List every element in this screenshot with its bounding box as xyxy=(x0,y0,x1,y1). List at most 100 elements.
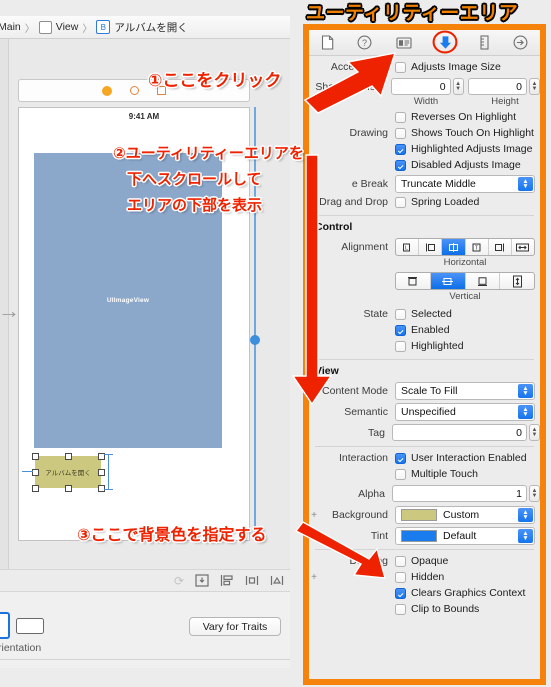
orientation-landscape-option[interactable] xyxy=(16,618,44,634)
align-left-segment[interactable]: L xyxy=(396,239,420,255)
breadcrumb-item-view[interactable]: View xyxy=(56,21,79,33)
selection-handle[interactable] xyxy=(97,468,105,476)
multiple-touch-row[interactable]: Multiple Touch xyxy=(395,468,478,480)
state-selected-checkbox[interactable] xyxy=(395,308,406,320)
vertical-alignment-segmented[interactable] xyxy=(395,272,535,290)
hidden-row[interactable]: + Hidden xyxy=(309,571,540,583)
attributes-inspector-body[interactable]: Accessibility Adjusts Image Size Shadow … xyxy=(309,56,540,679)
image-view-placeholder[interactable]: UIImageView xyxy=(34,153,222,448)
adjusts-image-size-row[interactable]: Accessibility Adjusts Image Size xyxy=(309,61,540,73)
chevron-updown-icon[interactable]: ▲ ▼ xyxy=(518,529,533,543)
alignment-row[interactable]: Alignment L T xyxy=(309,238,540,256)
shadow-offset-height-field[interactable]: 0 xyxy=(467,78,527,95)
align-icon[interactable] xyxy=(220,574,234,587)
tag-row[interactable]: Tag 0 ▲ ▼ xyxy=(309,424,540,441)
user-interaction-enabled-checkbox[interactable] xyxy=(395,452,406,464)
clip-to-bounds-row[interactable]: Clip to Bounds xyxy=(395,603,479,615)
inspector-tab-bar[interactable]: ? xyxy=(309,30,540,56)
opaque-checkbox[interactable] xyxy=(395,555,406,567)
add-hidden-variation-icon[interactable]: + xyxy=(309,572,319,583)
content-mode-row[interactable]: Content Mode Scale To Fill ▲ ▼ xyxy=(309,382,540,400)
vary-for-traits-button[interactable]: Vary for Traits xyxy=(189,617,281,636)
state-enabled-row[interactable]: Enabled xyxy=(395,324,450,336)
shadow-offset-width-field[interactable]: 0 xyxy=(391,78,451,95)
file-inspector-tab[interactable] xyxy=(321,35,334,50)
spring-loaded-checkbox[interactable] xyxy=(395,196,406,208)
quick-help-inspector-tab[interactable]: ? xyxy=(357,35,372,50)
interaction-row[interactable]: Interaction User Interaction Enabled xyxy=(309,452,540,464)
align-text-segment[interactable]: T xyxy=(466,239,489,255)
align-right-edge-segment[interactable] xyxy=(489,239,512,255)
chevron-updown-icon[interactable]: ▲ ▼ xyxy=(518,405,533,419)
storyboard-canvas[interactable]: → 9:41 AM UIImageView アルバムを開く xyxy=(0,39,290,569)
multiple-touch-checkbox[interactable] xyxy=(395,468,406,480)
align-fill-vertical-segment[interactable] xyxy=(500,273,534,289)
update-frames-icon[interactable]: ⟳ xyxy=(174,574,184,588)
disabled-adjusts-image-checkbox[interactable] xyxy=(395,159,406,171)
selection-handle[interactable] xyxy=(31,468,39,476)
chevron-updown-icon[interactable]: ▲ ▼ xyxy=(518,177,533,191)
semantic-popup[interactable]: Unspecified ▲ ▼ xyxy=(395,403,535,421)
background-row[interactable]: + Background Custom ▲ ▼ xyxy=(309,506,540,524)
adjusts-image-size-checkbox[interactable] xyxy=(395,61,406,73)
breadcrumb-item-main[interactable]: Main xyxy=(0,21,21,33)
background-color-swatch[interactable] xyxy=(401,509,437,521)
selection-handle[interactable] xyxy=(64,484,72,492)
utility-area[interactable]: ? Accessibility Adjusts Image Size Shado… xyxy=(303,24,546,685)
exit-icon[interactable] xyxy=(157,86,166,95)
align-top-segment[interactable] xyxy=(396,273,431,289)
add-background-variation-icon[interactable]: + xyxy=(309,510,319,521)
state-highlighted-row[interactable]: Highlighted xyxy=(395,340,464,352)
semantic-row[interactable]: Semantic Unspecified ▲ ▼ xyxy=(309,403,540,421)
state-row[interactable]: State Selected xyxy=(309,308,540,320)
selection-handle[interactable] xyxy=(31,452,39,460)
clip-to-bounds-checkbox[interactable] xyxy=(395,603,406,615)
state-highlighted-checkbox[interactable] xyxy=(395,340,406,352)
scene-dock[interactable] xyxy=(18,79,250,102)
selection-handle[interactable] xyxy=(64,452,72,460)
disabled-adjusts-image-row[interactable]: Disabled Adjusts Image xyxy=(395,159,521,171)
tint-color-popup[interactable]: Default ▲ ▼ xyxy=(395,527,535,545)
tag-field[interactable]: 0 xyxy=(391,424,527,441)
view-drawing-row[interactable]: Drawing Opaque xyxy=(309,555,540,567)
horizontal-alignment-segmented[interactable]: L T xyxy=(395,238,535,256)
alpha-field[interactable]: 1 xyxy=(391,485,527,502)
align-center-segment[interactable] xyxy=(442,239,466,255)
hidden-checkbox[interactable] xyxy=(395,571,406,583)
shadow-offset-row[interactable]: Shadow Offset 0 ▲ ▼ 0 ▲ ▼ xyxy=(309,78,540,95)
clears-graphics-context-checkbox[interactable] xyxy=(395,587,406,599)
clears-graphics-context-row[interactable]: Clears Graphics Context xyxy=(395,587,525,599)
breadcrumb-item-button[interactable]: アルバムを開く xyxy=(114,20,187,35)
breadcrumb[interactable]: Main 〉 View 〉 B アルバムを開く xyxy=(0,16,290,39)
align-middle-segment[interactable] xyxy=(430,273,466,289)
add-tint-variation-icon[interactable]: + xyxy=(309,531,319,542)
selection-handle[interactable] xyxy=(31,484,39,492)
align-left-edge-segment[interactable] xyxy=(419,239,443,255)
background-color-popup[interactable]: Custom ▲ ▼ xyxy=(395,506,535,524)
alpha-stepper[interactable]: ▲ ▼ xyxy=(529,485,540,502)
first-responder-icon[interactable] xyxy=(130,86,139,95)
tint-color-swatch[interactable] xyxy=(401,530,437,542)
connections-inspector-tab[interactable] xyxy=(513,35,528,50)
size-inspector-tab[interactable] xyxy=(479,35,490,50)
chevron-updown-icon[interactable]: ▲ ▼ xyxy=(518,384,533,398)
tag-stepper[interactable]: ▲ ▼ xyxy=(529,424,540,441)
state-enabled-checkbox[interactable] xyxy=(395,324,406,336)
shadow-offset-height-stepper[interactable]: ▲ ▼ xyxy=(528,78,540,95)
highlighted-adjusts-image-checkbox[interactable] xyxy=(395,143,406,155)
view-controller-scene[interactable]: 9:41 AM UIImageView アルバムを開く xyxy=(18,107,250,541)
selection-handle[interactable] xyxy=(97,484,105,492)
shadow-offset-width-stepper[interactable]: ▲ ▼ xyxy=(452,78,464,95)
identity-inspector-tab[interactable] xyxy=(396,36,412,50)
reverses-on-highlight-checkbox[interactable] xyxy=(395,111,406,123)
selected-button[interactable]: アルバムを開く xyxy=(35,456,101,488)
attributes-inspector-tab[interactable] xyxy=(432,30,458,53)
align-fill-horizontal-segment[interactable] xyxy=(512,239,534,255)
alpha-row[interactable]: Alpha 1 ▲ ▼ xyxy=(309,485,540,502)
align-bottom-segment[interactable] xyxy=(466,273,501,289)
drag-and-drop-row[interactable]: Drag and Drop Spring Loaded xyxy=(309,196,540,208)
shows-touch-on-highlight-checkbox[interactable] xyxy=(395,127,406,139)
pin-icon[interactable] xyxy=(245,574,259,587)
line-break-row[interactable]: e Break Truncate Middle ▲ ▼ xyxy=(309,175,540,193)
canvas-toolbar[interactable]: ⟳ xyxy=(0,569,290,591)
